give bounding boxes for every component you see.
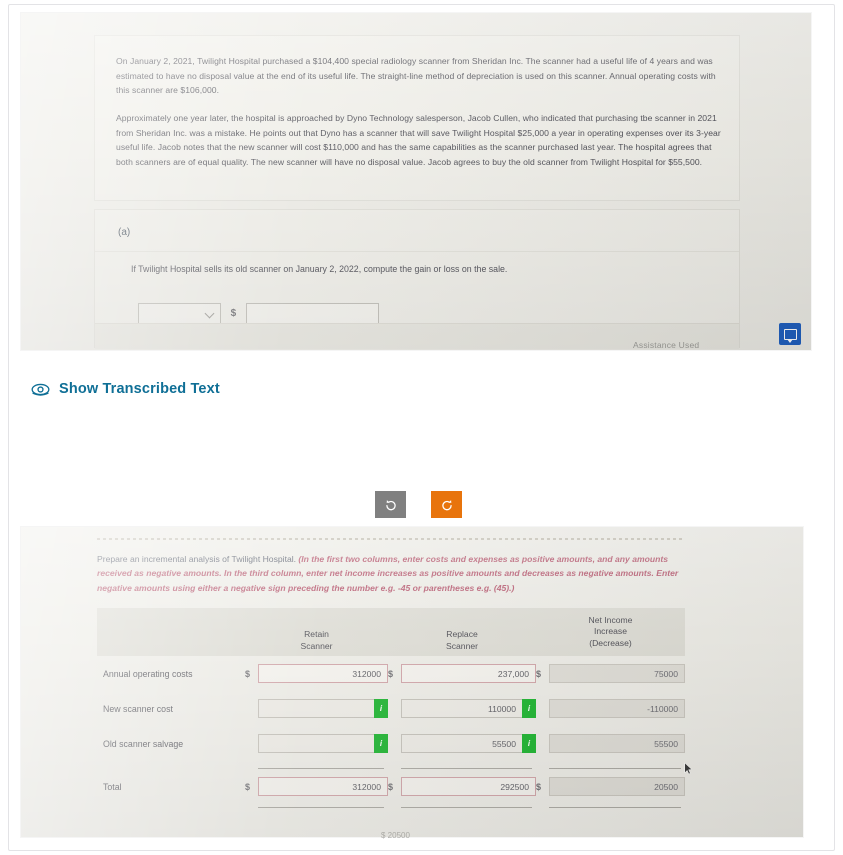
cell-net: $ 75000 xyxy=(536,656,685,691)
chat-bubble-icon[interactable] xyxy=(779,323,801,345)
mouse-cursor xyxy=(684,762,693,775)
scenario-paragraph-2: Approximately one year later, the hospit… xyxy=(116,113,721,167)
currency-symbol: $ xyxy=(245,781,251,792)
scenario-screenshot-photo[interactable]: On January 2, 2021, Twilight Hospital pu… xyxy=(21,13,811,350)
currency-symbol: $ xyxy=(536,668,542,679)
cell-net: $ 55500 xyxy=(536,726,685,761)
table-row: Old scanner salvage $ i $ 55500 i $ 5550… xyxy=(97,726,685,761)
value-net-annual-operating-costs: 75000 xyxy=(549,664,685,683)
total-top-rules xyxy=(97,761,685,769)
dotted-separator xyxy=(97,538,685,540)
info-badge-icon[interactable]: i xyxy=(374,699,388,718)
header-net-line3: (Decrease) xyxy=(589,637,632,648)
eye-icon xyxy=(31,383,50,396)
header-replace-line1: Replace xyxy=(446,629,478,640)
chat-bubble-glyph xyxy=(783,328,797,343)
rotate-right-button[interactable] xyxy=(431,491,462,518)
cell-replace: $ 55500 i xyxy=(388,726,536,761)
input-replace-annual-operating-costs[interactable]: 237,000 xyxy=(401,664,536,683)
input-value: 55500 xyxy=(492,738,516,749)
input-retain-total[interactable]: 312000 xyxy=(258,777,388,796)
table-row: New scanner cost $ i $ 110000 i $ -11000… xyxy=(97,691,685,726)
cell-replace: $ 237,000 xyxy=(388,656,536,691)
header-net-income: Net Income Increase (Decrease) xyxy=(536,608,685,656)
value-net-old-scanner-salvage: 55500 xyxy=(549,734,685,753)
instruction-lead: Prepare an incremental analysis of Twili… xyxy=(97,554,299,564)
part-a-question-text: If Twilight Hospital sells its old scann… xyxy=(131,264,508,274)
row-label: New scanner cost xyxy=(103,703,173,714)
input-retain-annual-operating-costs[interactable]: 312000 xyxy=(258,664,388,683)
input-replace-old-scanner-salvage[interactable]: 55500 i xyxy=(401,734,536,753)
rule-net-bottom xyxy=(549,807,681,808)
currency-symbol: $ xyxy=(230,308,237,319)
answer-row: $ xyxy=(138,303,379,324)
cell-net-total: $ 20500 xyxy=(536,769,685,804)
cell-replace: $ 110000 i xyxy=(388,691,536,726)
header-net-line1: Net Income xyxy=(588,614,633,625)
instruction-text: Prepare an incremental analysis of Twili… xyxy=(97,552,685,595)
rule-retain-bottom xyxy=(258,807,384,808)
show-transcribed-text-label: Show Transcribed Text xyxy=(59,381,220,397)
table-row: Annual operating costs $ 312000 $ 237,00… xyxy=(97,656,685,691)
cutoff-text: $ 20500 xyxy=(381,831,410,840)
header-replace-scanner: Replace Scanner xyxy=(388,608,536,656)
incremental-analysis-table: Retain Scanner Replace Scanner Net Incom… xyxy=(97,608,685,814)
cell-net: $ -110000 xyxy=(536,691,685,726)
currency-symbol: $ xyxy=(245,668,251,679)
part-a-divider xyxy=(95,251,739,252)
gain-loss-select[interactable] xyxy=(138,303,221,324)
cell-retain: $ i xyxy=(245,726,388,761)
row-label: Annual operating costs xyxy=(103,668,193,679)
assistance-used-label: Assistance Used xyxy=(633,340,700,350)
part-a-label: (a) xyxy=(118,227,131,238)
row-label: Old scanner salvage xyxy=(103,738,184,749)
header-retain-line1: Retain xyxy=(304,629,329,640)
cell-retain: $ i xyxy=(245,691,388,726)
currency-symbol: $ xyxy=(388,668,394,679)
input-replace-new-scanner-cost[interactable]: 110000 i xyxy=(401,699,536,718)
cell-replace-total: $ 292500 xyxy=(388,769,536,804)
rotate-left-button[interactable] xyxy=(375,491,406,518)
question-container: On January 2, 2021, Twilight Hospital pu… xyxy=(8,4,835,851)
table-total-row: Total $ 312000 $ 292500 $ 20500 xyxy=(97,769,685,804)
cell-retain-total: $ 312000 xyxy=(245,769,388,804)
header-blank xyxy=(97,608,245,656)
input-retain-new-scanner-cost[interactable]: i xyxy=(258,699,388,718)
currency-symbol: $ xyxy=(536,781,542,792)
gain-loss-amount-input[interactable] xyxy=(245,303,379,324)
header-retain-scanner: Retain Scanner xyxy=(245,608,388,656)
value-net-new-scanner-cost: -110000 xyxy=(549,699,685,718)
rotate-clockwise-icon xyxy=(441,499,452,510)
show-transcribed-text-link[interactable]: Show Transcribed Text xyxy=(31,381,220,397)
value-net-total: 20500 xyxy=(549,777,685,796)
rule-replace-bottom xyxy=(401,807,532,808)
header-net-line2: Increase xyxy=(594,626,627,637)
rotate-counterclockwise-icon xyxy=(385,499,396,510)
header-replace-line2: Scanner xyxy=(445,640,478,651)
input-value: 110000 xyxy=(487,703,516,714)
input-retain-old-scanner-salvage[interactable]: i xyxy=(258,734,388,753)
info-badge-icon[interactable]: i xyxy=(374,734,388,753)
chevron-down-icon xyxy=(204,308,215,319)
header-retain-line2: Scanner xyxy=(300,640,333,651)
info-badge-icon[interactable]: i xyxy=(522,699,536,718)
currency-symbol: $ xyxy=(388,781,394,792)
info-badge-icon[interactable]: i xyxy=(522,734,536,753)
input-replace-total[interactable]: 292500 xyxy=(401,777,536,796)
total-label: Total xyxy=(103,781,122,792)
total-bottom-rules xyxy=(97,804,685,814)
table-header-row: Retain Scanner Replace Scanner Net Incom… xyxy=(97,608,685,656)
cell-retain: $ 312000 xyxy=(245,656,388,691)
scenario-paragraph-1: On January 2, 2021, Twilight Hospital pu… xyxy=(116,56,716,96)
